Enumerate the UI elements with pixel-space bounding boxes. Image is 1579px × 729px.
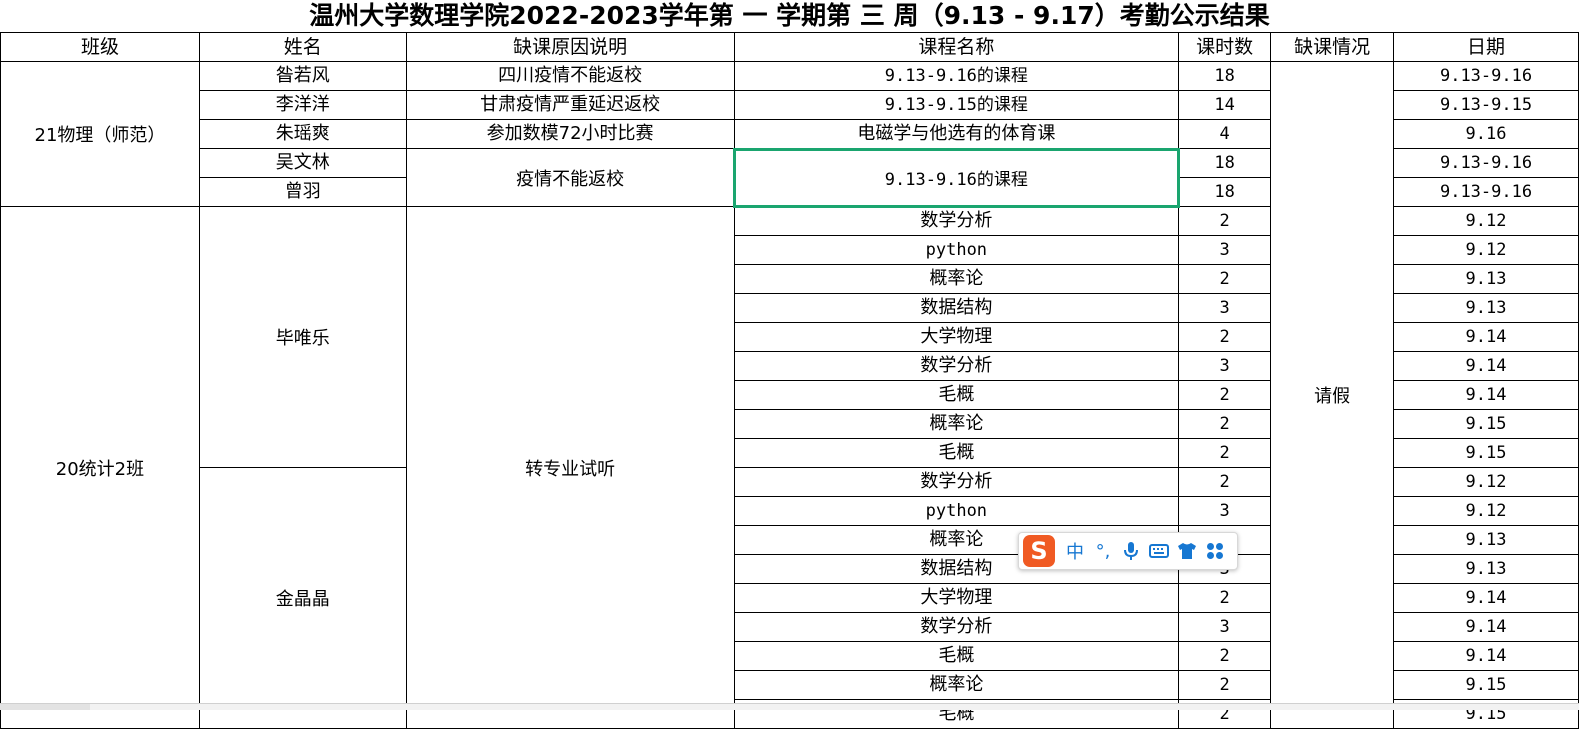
course-cell[interactable]: 大学物理: [733, 322, 1180, 352]
status-cell[interactable]: 请假: [1270, 61, 1395, 729]
hours-cell[interactable]: 2: [1178, 322, 1272, 352]
header-cell[interactable]: 缺课原因说明: [405, 32, 735, 62]
hours-cell[interactable]: 3: [1178, 496, 1272, 526]
course-cell[interactable]: 概率论: [733, 670, 1180, 700]
course-cell[interactable]: 大学物理: [733, 583, 1180, 613]
spreadsheet-grid[interactable]: 班级 姓名 缺课原因说明 课程名称 课时数 缺课情况 日期 21物理（师范） 昝…: [0, 32, 1579, 729]
hours-cell[interactable]: 2: [1178, 641, 1272, 671]
hours-cell[interactable]: 2: [1178, 583, 1272, 613]
reason-cell[interactable]: 参加数模72小时比赛: [405, 119, 735, 149]
course-cell[interactable]: 数学分析: [733, 351, 1180, 381]
course-cell[interactable]: 数据结构: [733, 293, 1180, 323]
hours-cell[interactable]: 18: [1178, 148, 1272, 178]
hours-cell[interactable]: 3: [1178, 235, 1272, 265]
hours-cell[interactable]: 2: [1178, 206, 1272, 236]
course-cell[interactable]: 数学分析: [733, 612, 1180, 642]
hours-cell[interactable]: 2: [1178, 380, 1272, 410]
attendance-table: 班级 姓名 缺课原因说明 课程名称 课时数 缺课情况 日期 21物理（师范） 昝…: [0, 32, 1579, 729]
apps-icon[interactable]: [1201, 536, 1229, 566]
date-cell[interactable]: 9.12: [1393, 496, 1579, 526]
hours-cell[interactable]: 2: [1178, 670, 1272, 700]
hours-cell[interactable]: 2: [1178, 409, 1272, 439]
date-cell[interactable]: 9.12: [1393, 235, 1579, 265]
microphone-icon[interactable]: [1117, 536, 1145, 566]
student-cell[interactable]: 昝若风: [198, 61, 407, 91]
header-cell[interactable]: 课程名称: [733, 32, 1180, 62]
date-cell[interactable]: 9.15: [1393, 409, 1579, 439]
date-cell[interactable]: 9.14: [1393, 380, 1579, 410]
course-cell[interactable]: 概率论: [733, 264, 1180, 294]
course-cell[interactable]: 毛概: [733, 380, 1180, 410]
date-cell[interactable]: 9.13: [1393, 293, 1579, 323]
ime-toolbar[interactable]: S 中 °,: [1018, 532, 1238, 570]
date-cell[interactable]: 9.14: [1393, 641, 1579, 671]
date-cell[interactable]: 9.16: [1393, 119, 1579, 149]
header-cell[interactable]: 班级: [0, 32, 200, 62]
student-cell[interactable]: 吴文林: [198, 148, 407, 178]
header-cell[interactable]: 缺课情况: [1270, 32, 1395, 62]
ime-language-toggle[interactable]: 中: [1061, 536, 1089, 566]
sogou-logo-icon[interactable]: S: [1023, 535, 1055, 567]
hours-cell[interactable]: 4: [1178, 119, 1272, 149]
course-cell[interactable]: 9.13-9.15的课程: [733, 90, 1180, 120]
class-cell[interactable]: 20统计2班: [0, 206, 200, 729]
date-cell[interactable]: 9.14: [1393, 612, 1579, 642]
course-cell[interactable]: 数学分析: [733, 467, 1180, 497]
date-cell[interactable]: 9.13: [1393, 554, 1579, 584]
header-row: 班级 姓名 缺课原因说明 课程名称 课时数 缺课情况 日期: [0, 32, 1579, 62]
keyboard-icon[interactable]: [1145, 536, 1173, 566]
reason-cell[interactable]: 四川疫情不能返校: [405, 61, 735, 91]
hours-cell[interactable]: 2: [1178, 467, 1272, 497]
date-cell[interactable]: 9.15: [1393, 438, 1579, 468]
hours-cell[interactable]: 14: [1178, 90, 1272, 120]
course-cell[interactable]: 毛概: [733, 641, 1180, 671]
date-cell[interactable]: 9.15: [1393, 670, 1579, 700]
course-cell-selected[interactable]: 9.13-9.16的课程: [733, 147, 1180, 208]
date-cell[interactable]: 9.14: [1393, 322, 1579, 352]
date-cell[interactable]: 9.13-9.16: [1393, 148, 1579, 178]
course-cell[interactable]: 数学分析: [733, 206, 1180, 236]
date-cell[interactable]: 9.12: [1393, 467, 1579, 497]
date-cell[interactable]: 9.14: [1393, 351, 1579, 381]
date-cell[interactable]: 9.13-9.16: [1393, 61, 1579, 91]
scrollbar-thumb[interactable]: [0, 704, 90, 710]
hours-cell[interactable]: 3: [1178, 612, 1272, 642]
student-cell[interactable]: 毕唯乐: [198, 206, 407, 468]
course-cell[interactable]: 概率论: [733, 409, 1180, 439]
date-cell[interactable]: 9.13: [1393, 264, 1579, 294]
hours-cell[interactable]: 3: [1178, 293, 1272, 323]
course-cell[interactable]: python: [733, 235, 1180, 265]
student-cell[interactable]: 曾羽: [198, 177, 407, 207]
hours-cell[interactable]: 18: [1178, 177, 1272, 207]
reason-cell[interactable]: 甘肃疫情严重延迟返校: [405, 90, 735, 120]
sheet-title: 温州大学数理学院2022-2023学年第 一 学期第 三 周（9.13 - 9.…: [309, 1, 1270, 30]
table-row: 21物理（师范） 昝若风 四川疫情不能返校 9.13-9.16的课程 18 请假…: [0, 61, 1579, 729]
ime-punctuation-toggle[interactable]: °,: [1089, 536, 1117, 566]
shirt-icon[interactable]: [1173, 536, 1201, 566]
header-cell[interactable]: 课时数: [1178, 32, 1272, 62]
date-cell[interactable]: 9.14: [1393, 583, 1579, 613]
hours-cell[interactable]: 3: [1178, 351, 1272, 381]
course-cell[interactable]: 电磁学与他选有的体育课: [733, 119, 1180, 149]
header-cell[interactable]: 姓名: [198, 32, 407, 62]
hours-cell[interactable]: 2: [1178, 264, 1272, 294]
student-cell[interactable]: 朱瑶爽: [198, 119, 407, 149]
date-cell[interactable]: 9.13-9.16: [1393, 177, 1579, 207]
hours-cell[interactable]: 2: [1178, 438, 1272, 468]
date-cell[interactable]: 9.13: [1393, 525, 1579, 555]
reason-cell[interactable]: 疫情不能返校: [405, 148, 735, 207]
date-cell[interactable]: 9.12: [1393, 206, 1579, 236]
course-cell[interactable]: 毛概: [733, 438, 1180, 468]
hours-cell[interactable]: 18: [1178, 61, 1272, 91]
course-cell[interactable]: 9.13-9.16的课程: [733, 61, 1180, 91]
header-cell[interactable]: 日期: [1393, 32, 1579, 62]
reason-cell[interactable]: 转专业试听: [405, 206, 735, 729]
student-cell[interactable]: 李洋洋: [198, 90, 407, 120]
date-cell[interactable]: 9.13-9.15: [1393, 90, 1579, 120]
course-cell[interactable]: python: [733, 496, 1180, 526]
class-cell[interactable]: 21物理（师范）: [0, 61, 200, 207]
student-cell[interactable]: 金晶晶: [198, 467, 407, 729]
